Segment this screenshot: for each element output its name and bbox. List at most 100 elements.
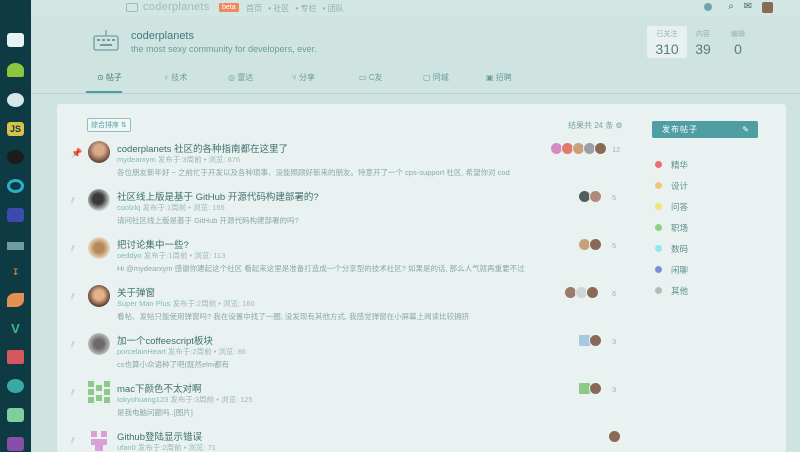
avatar[interactable] (594, 142, 607, 155)
tag-label: 问答 (671, 202, 689, 212)
post-author[interactable]: Super Man Plus (117, 299, 170, 308)
list-item[interactable]: ⫽ mac下颜色不太对啊 tokyohuang123 发布于:3周前 • 浏览:… (57, 380, 647, 426)
avatar[interactable] (88, 189, 110, 211)
list-item[interactable]: ⫽ 关于弹窗 Super Man Plus 发布于:2周前 • 浏览: 160 … (57, 284, 647, 330)
participant-count: 5 (612, 241, 617, 250)
erlang-community-icon[interactable] (7, 379, 24, 393)
community-description: the most sexy community for developers, … (131, 44, 317, 54)
post-author[interactable]: mydearxym (117, 155, 156, 164)
mail-icon[interactable]: ✉ (742, 1, 754, 13)
tab-cfriends[interactable]: ▭ C友 (359, 72, 383, 83)
tab-posts[interactable]: ⊙ 帖子 (97, 72, 122, 83)
post-author[interactable]: oeddyo (117, 251, 142, 260)
haskell-community-icon[interactable] (7, 437, 24, 451)
beta-badge: beta (219, 3, 239, 12)
nav-team[interactable]: • 团队 (323, 4, 344, 13)
nav-community[interactable]: • 社区 (268, 4, 289, 13)
stat-subscribers[interactable]: 已关注 310 (647, 26, 687, 58)
tab-share[interactable]: ⑂ 分享 (292, 72, 315, 83)
tab-tech[interactable]: ♀ 技术 (163, 72, 187, 83)
post-meta: coolzlq 发布于:1周前 • 浏览: 165 (117, 202, 225, 213)
avatar[interactable] (589, 334, 602, 347)
post-title[interactable]: 社区线上版是基于 GitHub 开源代码构建部署的? (117, 189, 319, 203)
keyboard-community-icon[interactable] (7, 33, 24, 47)
post-title[interactable]: 关于弹窗 (117, 285, 155, 299)
participant-count: 3 (612, 337, 617, 346)
avatar[interactable] (586, 286, 599, 299)
post-title[interactable]: 把讨论集中一些? (117, 237, 189, 251)
avatar[interactable] (88, 429, 110, 451)
search-icon[interactable]: ⌕ (725, 1, 737, 13)
post-list-card: 综合排序 ⇅ 结果共 24 条 ⚙ 📌 coderplanets 社区的各种指南都… (57, 104, 786, 452)
publish-post-button[interactable]: 发布帖子 ✎ (652, 121, 758, 138)
city-tab-icon: ▢ (423, 73, 433, 82)
community-title: coderplanets (131, 30, 194, 42)
stat-contents: 内容 39 (683, 26, 723, 57)
avatar[interactable] (589, 382, 602, 395)
post-author[interactable]: coolzlq (117, 203, 140, 212)
vue-community-icon[interactable]: V (7, 321, 24, 336)
tag-dot-icon (655, 287, 662, 294)
tab-city[interactable]: ▢ 同城 (423, 72, 449, 83)
stat-label: 编辑 (731, 31, 745, 38)
avatar[interactable] (608, 430, 621, 443)
list-item[interactable]: ⫽ 加一个coffeescript板块 porcelainHeart 发布于:2… (57, 332, 647, 378)
brand-name[interactable]: coderplanets (143, 1, 210, 13)
post-info: 发布于:2周前 • 浏览: 160 (172, 299, 255, 308)
gear-icon[interactable]: ⚙ (615, 121, 622, 130)
avatar[interactable] (589, 190, 602, 203)
database-community-icon[interactable] (7, 408, 24, 422)
participant-count: 5 (612, 193, 617, 202)
ruby-community-icon[interactable] (7, 350, 24, 364)
stat-label: 已关注 (656, 31, 678, 38)
tab-radar[interactable]: ◎ 雷达 (228, 72, 253, 83)
stat-value: 0 (734, 41, 742, 57)
post-title[interactable]: 加一个coffeescript板块 (117, 333, 213, 347)
nav-column[interactable]: • 专栏 (296, 4, 317, 13)
post-info: 发布于:1周前 • 浏览: 113 (143, 251, 226, 260)
avatar[interactable] (88, 237, 110, 259)
mountain-community-icon[interactable] (7, 236, 24, 250)
post-digest: cs也算小众语种了吧(既然elm都有 (117, 360, 230, 369)
post-digest: 请问社区线上版是基于 GitHub 开源代码构建部署的吗? (117, 216, 299, 225)
list-item[interactable]: ⫽ 把讨论集中一些? oeddyo 发布于:1周前 • 浏览: 113 Hi @… (57, 236, 647, 282)
post-type-icon: ⫽ (71, 436, 75, 445)
post-type-icon: ⫽ (71, 340, 75, 349)
keyboard-logo-icon (126, 3, 138, 12)
rust-community-icon[interactable]: ↧ (7, 265, 24, 279)
post-author[interactable]: ufan0 (117, 443, 136, 452)
android-community-icon[interactable] (7, 63, 24, 77)
swift-community-icon[interactable] (7, 293, 24, 307)
post-author[interactable]: porcelainHeart (117, 347, 166, 356)
user-avatar[interactable] (762, 2, 773, 13)
active-tab-indicator (86, 91, 122, 93)
post-tab-icon: ⊙ (97, 73, 106, 82)
post-title[interactable]: mac下颜色不太对啊 (117, 381, 201, 395)
list-item[interactable]: ⫽ 社区线上版是基于 GitHub 开源代码构建部署的? coolzlq 发布于… (57, 188, 647, 234)
post-title[interactable]: Github登陆显示错误 (117, 429, 202, 443)
sort-button[interactable]: 综合排序 ⇅ (87, 118, 131, 132)
avatar[interactable] (88, 333, 110, 355)
avatar[interactable] (88, 285, 110, 307)
post-title[interactable]: coderplanets 社区的各种指南都在这里了 (117, 141, 288, 155)
avatar[interactable] (88, 141, 110, 163)
react-community-icon[interactable] (7, 208, 24, 222)
share-tab-icon: ⑂ (292, 73, 300, 82)
post-author[interactable]: tokyohuang123 (117, 395, 168, 404)
elixir-community-icon[interactable] (7, 150, 24, 164)
post-digest: 看帖、发帖只能使用弹窗吗? 我在设置中找了一圈, 没发现有其他方式, 我感觉弹窗… (117, 312, 470, 321)
avatar[interactable] (589, 238, 602, 251)
post-info: 发布于:2周前 • 浏览: 71 (137, 443, 216, 452)
list-item[interactable]: ⫽ Github登陆显示错误 ufan0 发布于:2周前 • 浏览: 71 (57, 428, 647, 452)
clojure-community-icon[interactable] (7, 179, 24, 193)
stat-editors: 编辑 0 (718, 26, 758, 57)
avatar[interactable] (88, 381, 110, 403)
javascript-community-icon[interactable]: JS (7, 122, 24, 136)
nav-home[interactable]: 首页 (246, 4, 262, 13)
ios-community-icon[interactable] (7, 93, 24, 107)
list-item[interactable]: 📌 coderplanets 社区的各种指南都在这里了 mydearxym 发布… (57, 140, 647, 186)
tag-dot-icon (655, 266, 662, 273)
tag-label: 设计 (671, 181, 689, 191)
post-info: 发布于:2周前 • 浏览: 86 (167, 347, 246, 356)
tab-jobs[interactable]: ▣ 招聘 (486, 72, 512, 83)
